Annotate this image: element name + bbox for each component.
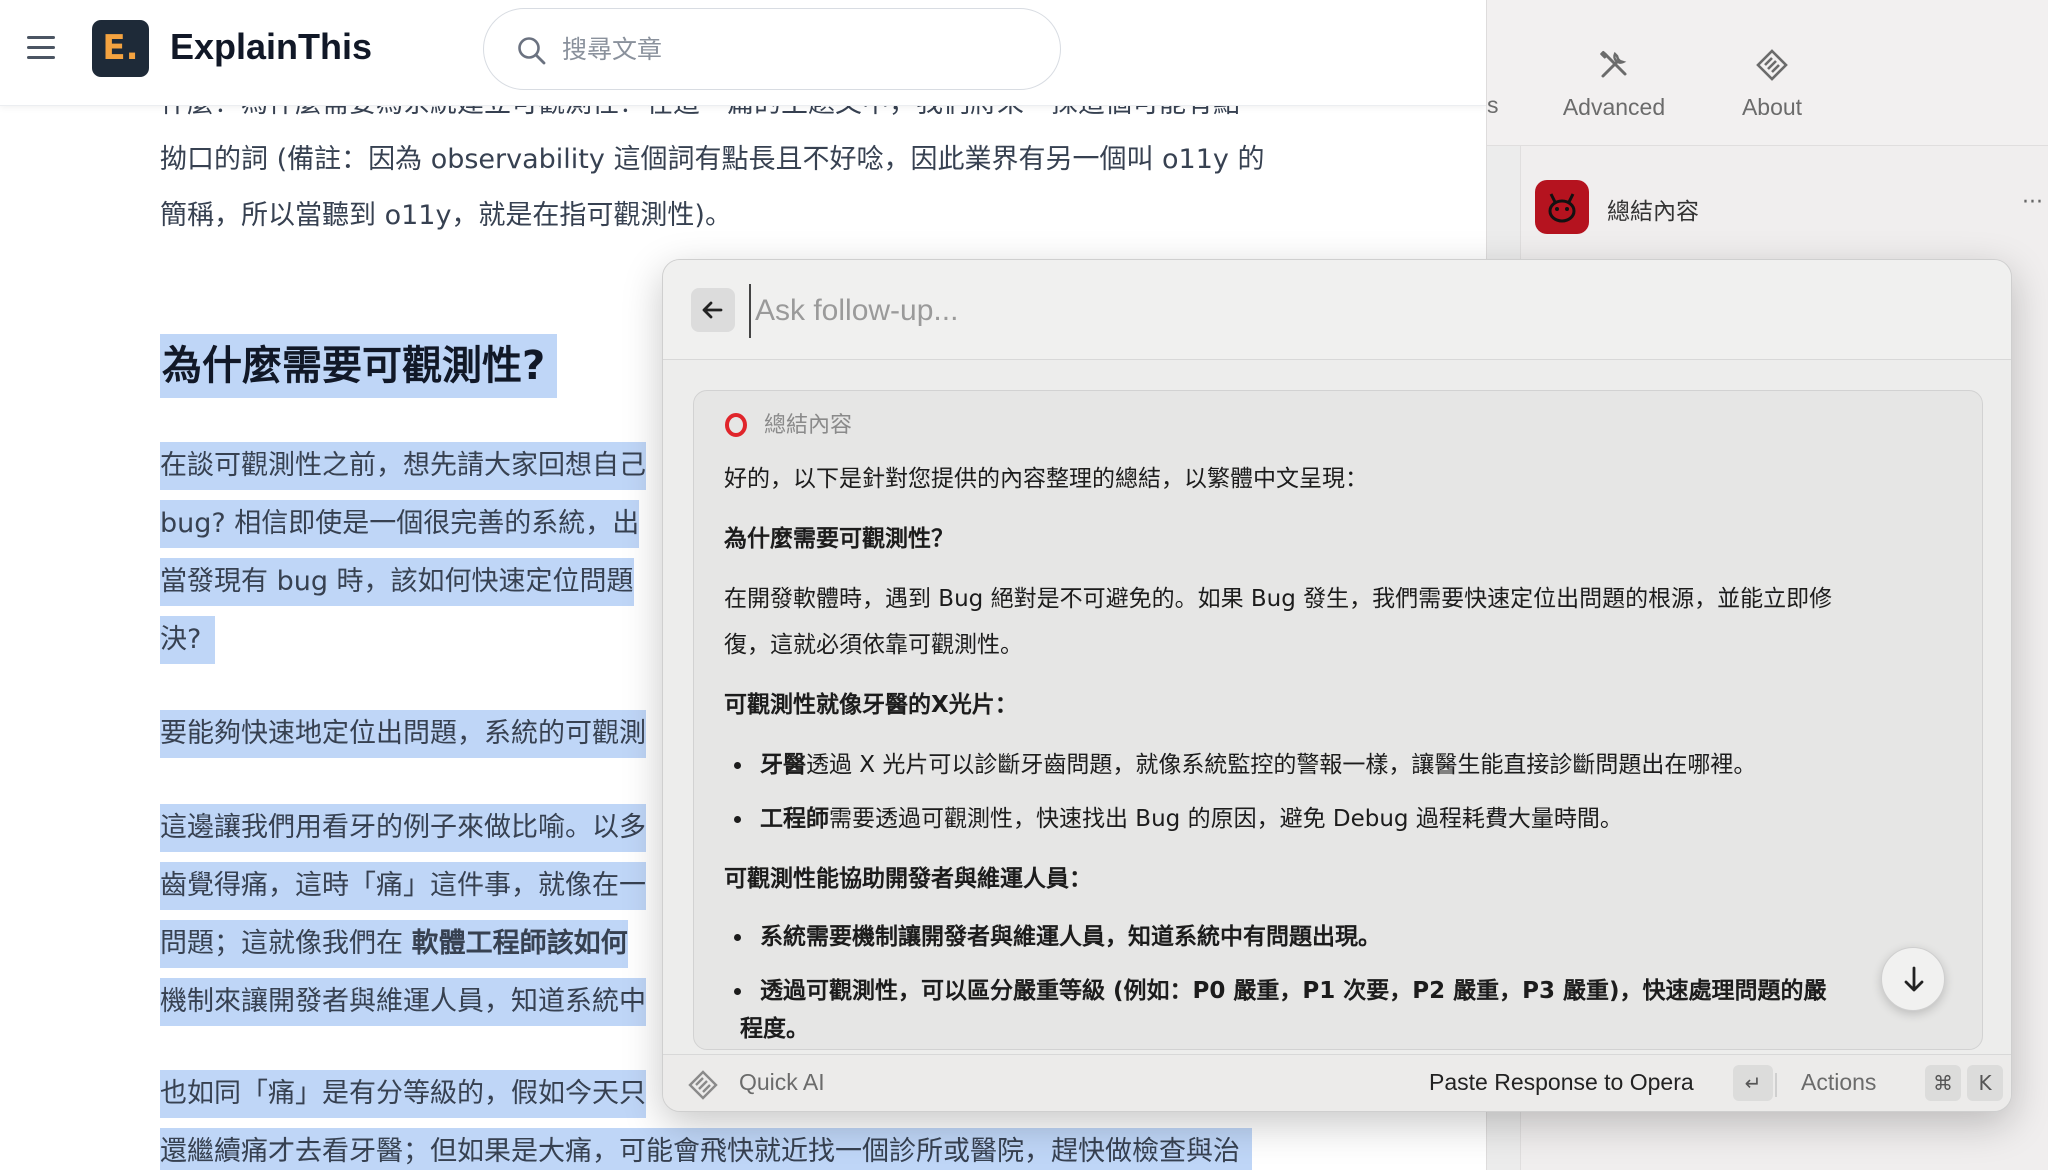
response-heading: 為什麼需要可觀測性？ (724, 526, 954, 552)
tab-partial-label: s (1487, 92, 1499, 118)
article-line: 要能夠快速地定位出問題，系統的可觀測 (160, 710, 646, 758)
article-heading: 為什麼需要可觀測性? (160, 334, 558, 398)
ai-response-card: 總結內容 好的，以下是針對您提供的內容整理的總結，以繁體中文呈現： 為什麼需要可… (693, 390, 1983, 1050)
site-header: E. ExplainThis (0, 0, 1486, 106)
response-bullet-continuation: 程度。 (740, 1016, 809, 1042)
article-line: 決? (160, 616, 216, 664)
article-line: 當發現有 bug 時，該如何快速定位問題 (160, 558, 634, 606)
raycast-logo-icon (1756, 49, 1788, 81)
ai-command-label: 總結內容 (1607, 199, 1699, 225)
response-bullet: 系統需要機制讓開發者與維運人員，知道系統中有問題出現。 (734, 921, 1381, 953)
panel-header (663, 260, 2011, 360)
response-heading: 可觀測性能協助開發者與維運人員： (724, 866, 1092, 892)
tab-about[interactable]: About (1697, 48, 1847, 121)
scroll-down-button[interactable] (1881, 947, 1945, 1011)
article-line: 齒覺得痛，這時「痛」這件事，就像在一 (160, 862, 646, 910)
hamburger-menu-icon[interactable] (24, 30, 60, 66)
quick-ai-sparkle-icon (688, 1070, 718, 1100)
panel-footer: Quick AI Paste Response to Opera ↵ Actio… (663, 1054, 2011, 1111)
article-line: 在談可觀測性之前，想先請大家回想自己 (160, 442, 646, 490)
article-line: 這邊讓我們用看牙的例子來做比喻。以多 (160, 804, 646, 852)
tab-advanced[interactable]: Advanced (1539, 48, 1689, 121)
k-key-hint: K (1967, 1065, 2003, 1101)
response-intro: 好的，以下是針對您提供的內容整理的總結，以繁體中文呈現： (724, 466, 1368, 492)
more-options-icon[interactable]: ··· (2022, 190, 2043, 215)
article-line: 簡稱，所以當聽到 o11y，就是在指可觀測性)。 (160, 200, 732, 231)
back-button[interactable] (691, 288, 735, 332)
response-bullet: 透過可觀測性，可以區分嚴重等級 (例如：P0 嚴重，P1 次要，P2 嚴重，P3… (734, 975, 1827, 1007)
quick-ai-label: Quick AI (739, 1069, 825, 1095)
search-input[interactable] (562, 27, 1022, 71)
search-box[interactable] (483, 8, 1061, 90)
site-logo[interactable]: E. (92, 20, 149, 77)
paste-response-button[interactable]: Paste Response to Opera (1429, 1069, 1694, 1096)
followup-input[interactable] (749, 284, 1949, 338)
opera-logo-icon (725, 413, 747, 437)
response-bullet: 工程師需要透過可觀測性，快速找出 Bug 的原因，避免 Debug 過程耗費大量… (734, 803, 1623, 835)
response-paragraph: 復，這就必須依靠可觀測性。 (724, 632, 1023, 658)
article-line: 還繼續痛才去看牙醫；但如果是大痛，可能會飛快就近找一個診所或醫院，趕快做檢查與治 (160, 1128, 1252, 1170)
article-line: 也如同「痛」是有分等級的，假如今天只 (160, 1070, 646, 1118)
llama-app-icon (1535, 180, 1589, 234)
search-icon (518, 37, 546, 65)
response-bullet: 牙醫透過 X 光片可以診斷牙齒問題，就像系統監控的警報一樣，讓醫生能直接診斷問題… (733, 749, 1756, 781)
command-key-hint: ⌘ (1925, 1065, 1961, 1101)
arrow-down-icon (1904, 966, 1924, 992)
article-line: bug? 相信即使是一個很完善的系統，出 (160, 500, 640, 548)
footer-divider (1775, 1073, 1777, 1097)
quick-ai-panel: 總結內容 好的，以下是針對您提供的內容整理的總結，以繁體中文呈現： 為什麼需要可… (662, 259, 2012, 1112)
enter-key-hint: ↵ (1733, 1065, 1773, 1101)
settings-tab-bar: s Advanced About (1487, 0, 2048, 146)
article-line: 拗口的詞 (備註：因為 observability 這個詞有點長且不好唸，因此業… (160, 144, 1265, 175)
article-line: 機制來讓開發者與維運人員，知道系統中 (160, 978, 646, 1026)
tools-icon (1600, 50, 1627, 78)
ai-command-row[interactable]: 總結內容 ··· (1521, 160, 2048, 252)
site-brand-name[interactable]: ExplainThis (170, 26, 372, 68)
arrow-left-icon (702, 301, 723, 319)
article-line: 問題；這就像我們在 軟體工程師該如何 (160, 920, 628, 968)
response-heading: 可觀測性就像牙醫的X光片： (724, 692, 1018, 718)
response-paragraph: 在開發軟體時，遇到 Bug 絕對是不可避免的。如果 Bug 發生，我們需要快速定… (724, 586, 1833, 612)
actions-button[interactable]: Actions (1801, 1069, 1876, 1096)
